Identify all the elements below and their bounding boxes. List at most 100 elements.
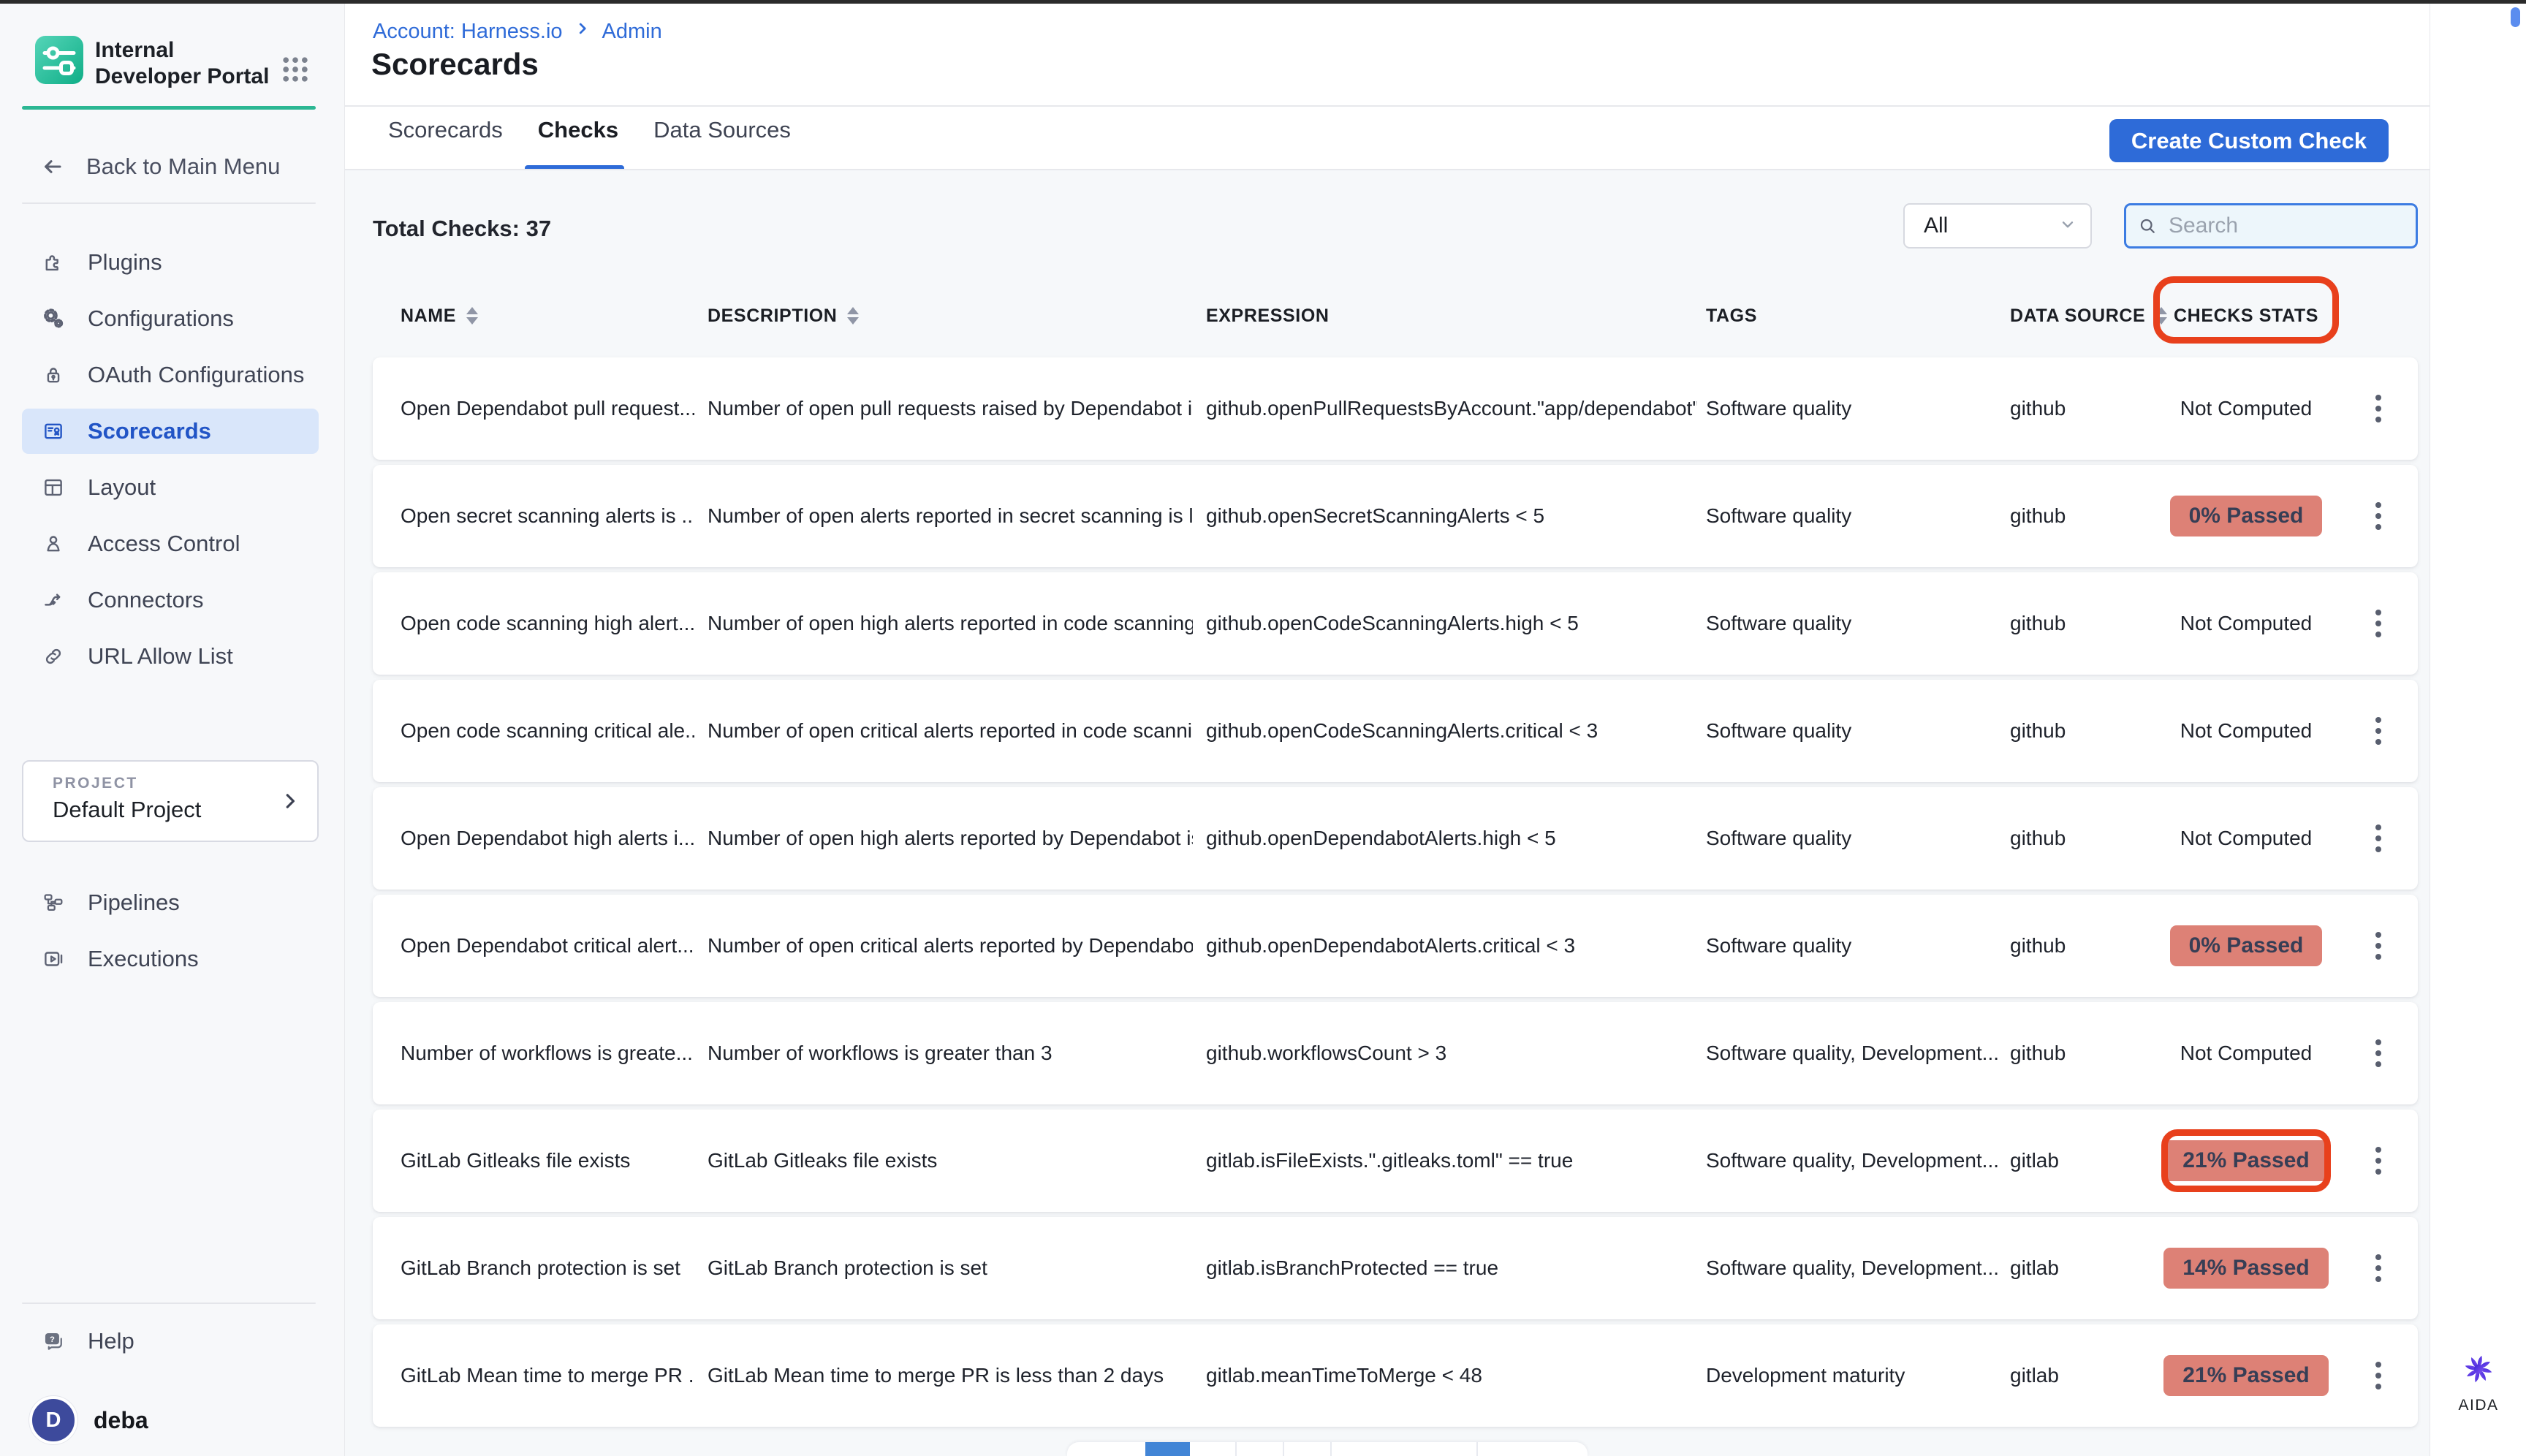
tab-checks[interactable]: Checks bbox=[538, 117, 618, 143]
sidebar-item-access-control[interactable]: Access Control bbox=[22, 521, 319, 566]
cell-name: Open Dependabot pull request... bbox=[401, 357, 694, 460]
tab-scorecards[interactable]: Scorecards bbox=[388, 117, 503, 143]
project-selector[interactable]: PROJECT Default Project bbox=[22, 760, 319, 842]
status-badge: 21% Passed bbox=[2163, 1355, 2328, 1396]
create-custom-check-button[interactable]: Create Custom Check bbox=[2109, 119, 2389, 162]
cell-name: Open code scanning high alert... bbox=[401, 572, 694, 675]
table-row[interactable]: Open secret scanning alerts is ... Numbe… bbox=[373, 465, 2418, 567]
kebab-menu-icon[interactable] bbox=[2362, 572, 2394, 675]
table-row[interactable]: Open code scanning high alert... Number … bbox=[373, 572, 2418, 675]
sidebar-item-executions[interactable]: Executions bbox=[22, 936, 319, 982]
cell-checks-stats: 21% Passed bbox=[2140, 1110, 2352, 1212]
scorecards-icon bbox=[41, 419, 66, 444]
sidebar-item-label: Scorecards bbox=[88, 418, 211, 444]
sidebar: Internal Developer Portal Back to Main M… bbox=[0, 4, 345, 1456]
kebab-menu-icon[interactable] bbox=[2362, 787, 2394, 890]
cell-tags: Development maturity bbox=[1706, 1324, 2001, 1427]
kebab-menu-icon[interactable] bbox=[2362, 680, 2394, 782]
cell-name: GitLab Branch protection is set bbox=[401, 1217, 694, 1319]
cell-checks-stats: Not Computed bbox=[2140, 572, 2352, 675]
arrow-left-icon bbox=[38, 155, 67, 178]
cell-expression: github.openCodeScanningAlerts.critical <… bbox=[1206, 680, 1697, 782]
search-box bbox=[2124, 203, 2418, 249]
sidebar-item-pipelines[interactable]: Pipelines bbox=[22, 880, 319, 925]
status-badge: 14% Passed bbox=[2163, 1248, 2328, 1289]
cell-name: GitLab Gitleaks file exists bbox=[401, 1110, 694, 1212]
table-row[interactable]: Open Dependabot critical alert... Number… bbox=[373, 895, 2418, 997]
cell-checks-stats: Not Computed bbox=[2140, 680, 2352, 782]
sidebar-item-scorecards[interactable]: Scorecards bbox=[22, 409, 319, 454]
cell-tags: Software quality bbox=[1706, 357, 2001, 460]
table-row[interactable]: Open Dependabot high alerts i... Number … bbox=[373, 787, 2418, 890]
table-row[interactable]: GitLab Mean time to merge PR ... GitLab … bbox=[373, 1324, 2418, 1427]
table-row[interactable]: GitLab Gitleaks file exists GitLab Gitle… bbox=[373, 1110, 2418, 1212]
table-row[interactable]: Open Dependabot pull request... Number o… bbox=[373, 357, 2418, 460]
status-badge: 21% Passed bbox=[2163, 1140, 2328, 1181]
kebab-menu-icon[interactable] bbox=[2362, 357, 2394, 460]
connectors-icon bbox=[41, 588, 66, 613]
scrollbar-thumb[interactable] bbox=[2511, 7, 2520, 27]
filter-dropdown[interactable]: All bbox=[1903, 203, 2092, 249]
cell-tags: Software quality bbox=[1706, 572, 2001, 675]
cell-description: Number of open high alerts reported by D… bbox=[708, 787, 1193, 890]
oauth-lock-icon bbox=[41, 363, 66, 387]
breadcrumb-account-link[interactable]: Account: Harness.io bbox=[373, 20, 563, 44]
idp-logo-icon bbox=[35, 36, 83, 84]
cell-tags: Software quality bbox=[1706, 680, 2001, 782]
kebab-menu-icon[interactable] bbox=[2362, 1110, 2394, 1212]
sidebar-item-label: OAuth Configurations bbox=[88, 362, 304, 388]
back-to-main-menu[interactable]: Back to Main Menu bbox=[22, 147, 316, 186]
kebab-menu-icon[interactable] bbox=[2362, 1002, 2394, 1104]
cell-expression: github.openDependabotAlerts.critical < 3 bbox=[1206, 895, 1697, 997]
cell-expression: gitlab.isFileExists.".gitleaks.toml" == … bbox=[1206, 1110, 1697, 1212]
cell-checks-stats: Not Computed bbox=[2140, 787, 2352, 890]
sidebar-item-configurations[interactable]: Configurations bbox=[22, 296, 319, 341]
kebab-menu-icon[interactable] bbox=[2362, 1217, 2394, 1319]
table-row[interactable]: Open code scanning critical ale... Numbe… bbox=[373, 680, 2418, 782]
link-icon bbox=[41, 644, 66, 669]
app-grid-icon[interactable] bbox=[279, 53, 311, 86]
sidebar-item-plugins[interactable]: Plugins bbox=[22, 240, 319, 285]
sidebar-item-label: URL Allow List bbox=[88, 643, 233, 670]
plugins-icon bbox=[41, 250, 66, 275]
sidebar-item-oauth-configurations[interactable]: OAuth Configurations bbox=[22, 352, 319, 398]
kebab-menu-icon[interactable] bbox=[2362, 465, 2394, 567]
cell-checks-stats: Not Computed bbox=[2140, 1002, 2352, 1104]
table-row[interactable]: Number of workflows is greate... Number … bbox=[373, 1002, 2418, 1104]
aida-flower-icon bbox=[2450, 1346, 2507, 1392]
table-row[interactable]: GitLab Branch protection is set GitLab B… bbox=[373, 1217, 2418, 1319]
kebab-menu-icon[interactable] bbox=[2362, 1324, 2394, 1427]
user-menu[interactable]: D deba bbox=[22, 1394, 316, 1446]
sidebar-item-label: Access Control bbox=[88, 531, 240, 557]
person-icon bbox=[41, 531, 66, 556]
sidebar-item-connectors[interactable]: Connectors bbox=[22, 577, 319, 623]
cell-name: Open Dependabot critical alert... bbox=[401, 895, 694, 997]
tab-data-sources[interactable]: Data Sources bbox=[653, 117, 791, 143]
sidebar-item-label: Configurations bbox=[88, 306, 234, 332]
sidebar-item-label: Plugins bbox=[88, 249, 162, 276]
divider bbox=[22, 1303, 316, 1304]
cell-expression: gitlab.isBranchProtected == true bbox=[1206, 1217, 1697, 1319]
cell-description: Number of open alerts reported in secret… bbox=[708, 465, 1193, 567]
sort-icon[interactable] bbox=[466, 307, 478, 325]
help-button[interactable]: ? Help bbox=[22, 1319, 316, 1363]
sort-icon[interactable] bbox=[847, 307, 859, 325]
search-input[interactable] bbox=[2167, 213, 2389, 239]
cell-expression: github.workflowsCount > 3 bbox=[1206, 1002, 1697, 1104]
pagination-bar[interactable] bbox=[1067, 1442, 1588, 1456]
sidebar-item-label: Executions bbox=[88, 946, 199, 972]
sidebar-item-url-allow-list[interactable]: URL Allow List bbox=[22, 634, 319, 679]
kebab-menu-icon[interactable] bbox=[2362, 895, 2394, 997]
cell-checks-stats: 0% Passed bbox=[2140, 465, 2352, 567]
sidebar-item-layout[interactable]: Layout bbox=[22, 465, 319, 510]
help-label: Help bbox=[88, 1328, 134, 1354]
tab-bar: Scorecards Checks Data Sources bbox=[388, 117, 791, 143]
pagination-active-page[interactable] bbox=[1145, 1442, 1190, 1456]
cell-tags: Software quality bbox=[1706, 895, 2001, 997]
cell-name: Open Dependabot high alerts i... bbox=[401, 787, 694, 890]
cell-description: Number of open pull requests raised by D… bbox=[708, 357, 1193, 460]
divider bbox=[345, 105, 2430, 107]
aida-assistant-button[interactable]: AIDA bbox=[2450, 1346, 2507, 1414]
search-icon bbox=[2136, 215, 2158, 237]
breadcrumb-admin-link[interactable]: Admin bbox=[602, 20, 662, 44]
